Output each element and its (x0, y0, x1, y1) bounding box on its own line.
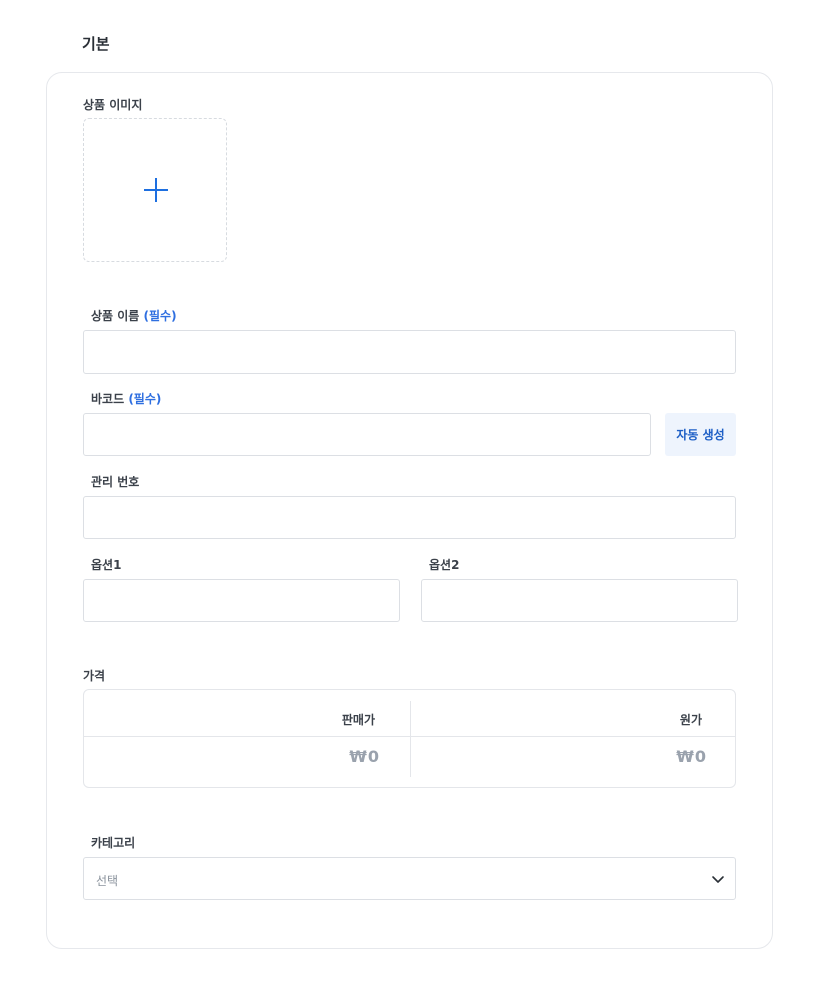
option1-label: 옵션1 (91, 558, 122, 572)
cost-price-value[interactable]: ₩0 (411, 747, 707, 766)
product-name-label: 상품 이름 (필수) (91, 309, 177, 323)
barcode-input[interactable] (83, 413, 651, 456)
sale-price-value[interactable]: ₩0 (84, 747, 380, 766)
category-select[interactable]: 선택 (83, 857, 736, 900)
manage-number-input[interactable] (83, 496, 736, 539)
required-tag: (필수) (143, 309, 177, 323)
image-upload-box[interactable] (83, 118, 227, 262)
plus-icon (144, 178, 168, 202)
price-divider-horizontal (84, 736, 735, 737)
category-placeholder: 선택 (96, 874, 119, 888)
auto-generate-button[interactable]: 자동 생성 (665, 413, 736, 456)
barcode-label: 바코드 (필수) (91, 392, 162, 406)
option1-input[interactable] (83, 579, 400, 622)
required-tag: (필수) (128, 392, 162, 406)
price-table: 판매가 원가 ₩0 ₩0 (83, 689, 736, 788)
price-label: 가격 (83, 669, 106, 683)
category-label: 카테고리 (91, 836, 136, 850)
manage-number-label: 관리 번호 (91, 475, 140, 489)
option2-label: 옵션2 (429, 558, 460, 572)
section-title: 기본 (82, 35, 110, 53)
chevron-down-icon (712, 876, 724, 883)
product-image-label: 상품 이미지 (83, 98, 143, 112)
cost-price-header: 원가 (679, 713, 702, 727)
sale-price-header: 판매가 (341, 713, 375, 727)
option2-input[interactable] (421, 579, 738, 622)
product-name-input[interactable] (83, 330, 736, 374)
